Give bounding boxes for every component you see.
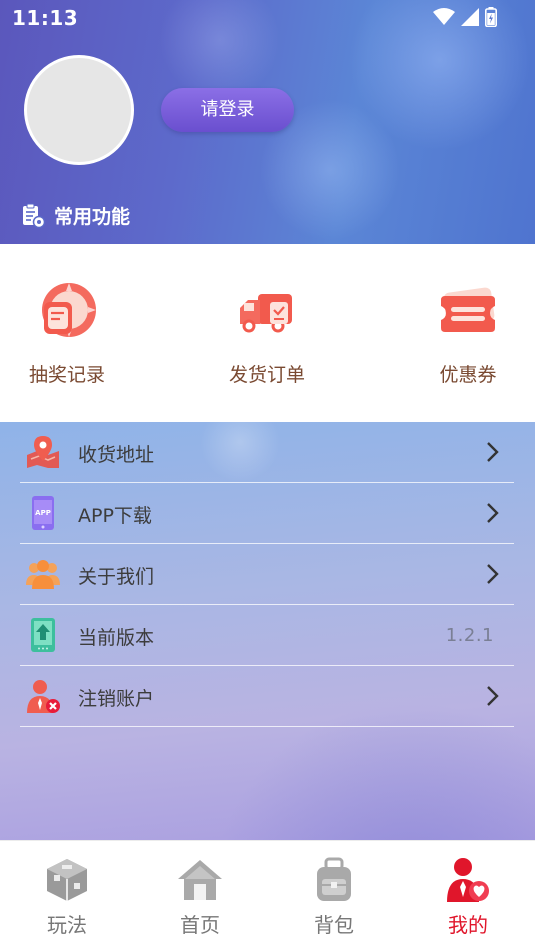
nav-tab-mine[interactable]: 我的 bbox=[428, 857, 508, 938]
delete-account-icon bbox=[27, 680, 60, 713]
menu-item-label: APP下载 bbox=[78, 505, 152, 527]
menu-item-delete-account[interactable]: 注销账户 bbox=[20, 666, 514, 727]
menu-item-label: 收货地址 bbox=[78, 444, 155, 466]
quick-item-lottery-record[interactable]: 抽奖记录 bbox=[7, 280, 127, 387]
nav-tab-home[interactable]: 首页 bbox=[160, 857, 240, 938]
menu-item-current-version[interactable]: 当前版本 1.2.1 bbox=[20, 605, 514, 666]
battery-icon bbox=[485, 7, 497, 27]
quick-item-coupon[interactable]: 优惠券 bbox=[408, 280, 528, 387]
nav-tab-label: 玩法 bbox=[47, 913, 87, 937]
section-title: 常用功能 bbox=[54, 206, 131, 228]
chevron-right-icon bbox=[487, 686, 499, 706]
menu-item-shipping-address[interactable]: 收货地址 bbox=[20, 422, 514, 483]
signal-icon bbox=[461, 8, 479, 26]
common-functions-heading: 常用功能 bbox=[20, 202, 130, 229]
nav-tab-label: 我的 bbox=[448, 913, 488, 937]
backpack-icon bbox=[317, 857, 351, 901]
clipboard-settings-icon bbox=[23, 203, 46, 228]
nav-tab-label: 首页 bbox=[180, 913, 220, 937]
nav-tab-gameplay[interactable]: 玩法 bbox=[27, 857, 107, 938]
bottom-navigation: 玩法 首页 背包 我的 bbox=[0, 840, 535, 951]
menu-item-label: 注销账户 bbox=[78, 688, 155, 710]
chevron-right-icon bbox=[487, 503, 499, 523]
wifi-icon bbox=[433, 8, 455, 25]
settings-menu: 收货地址 APP APP下载 关于我们 当前版本 1.2.1 注销账户 bbox=[0, 422, 535, 840]
menu-item-app-download[interactable]: APP APP下载 bbox=[20, 483, 514, 544]
shipping-truck-icon bbox=[240, 294, 292, 333]
nav-tab-label: 背包 bbox=[314, 913, 354, 937]
quick-item-label: 优惠券 bbox=[439, 364, 497, 386]
chevron-right-icon bbox=[487, 564, 499, 584]
coupon-icon bbox=[441, 287, 495, 332]
quick-functions-panel: 抽奖记录 发货订单 优惠券 bbox=[0, 244, 535, 422]
status-time: 11:13 bbox=[12, 6, 79, 30]
status-bar: 11:13 bbox=[0, 0, 535, 36]
avatar[interactable] bbox=[24, 55, 134, 165]
quick-item-shipping-order[interactable]: 发货订单 bbox=[207, 280, 327, 387]
menu-item-label: 当前版本 bbox=[78, 627, 155, 649]
svg-text:APP: APP bbox=[35, 509, 51, 517]
version-value: 1.2.1 bbox=[445, 625, 494, 646]
profile-header: 11:13 请登录 常用功能 bbox=[0, 0, 535, 244]
nav-tab-backpack[interactable]: 背包 bbox=[294, 857, 374, 938]
quick-item-label: 发货订单 bbox=[228, 364, 305, 386]
location-map-icon bbox=[27, 436, 59, 468]
login-button[interactable]: 请登录 bbox=[161, 88, 294, 132]
app-download-icon: APP bbox=[32, 496, 54, 530]
menu-item-about-us[interactable]: 关于我们 bbox=[20, 544, 514, 605]
home-icon bbox=[178, 860, 222, 900]
profile-icon bbox=[447, 858, 489, 902]
quick-item-label: 抽奖记录 bbox=[28, 364, 105, 386]
status-icons bbox=[433, 7, 497, 27]
menu-item-label: 关于我们 bbox=[78, 566, 155, 588]
version-update-icon bbox=[31, 618, 55, 652]
chevron-right-icon bbox=[487, 442, 499, 462]
people-group-icon bbox=[26, 560, 60, 589]
cube-icon bbox=[47, 859, 87, 901]
lottery-record-icon bbox=[42, 283, 96, 337]
